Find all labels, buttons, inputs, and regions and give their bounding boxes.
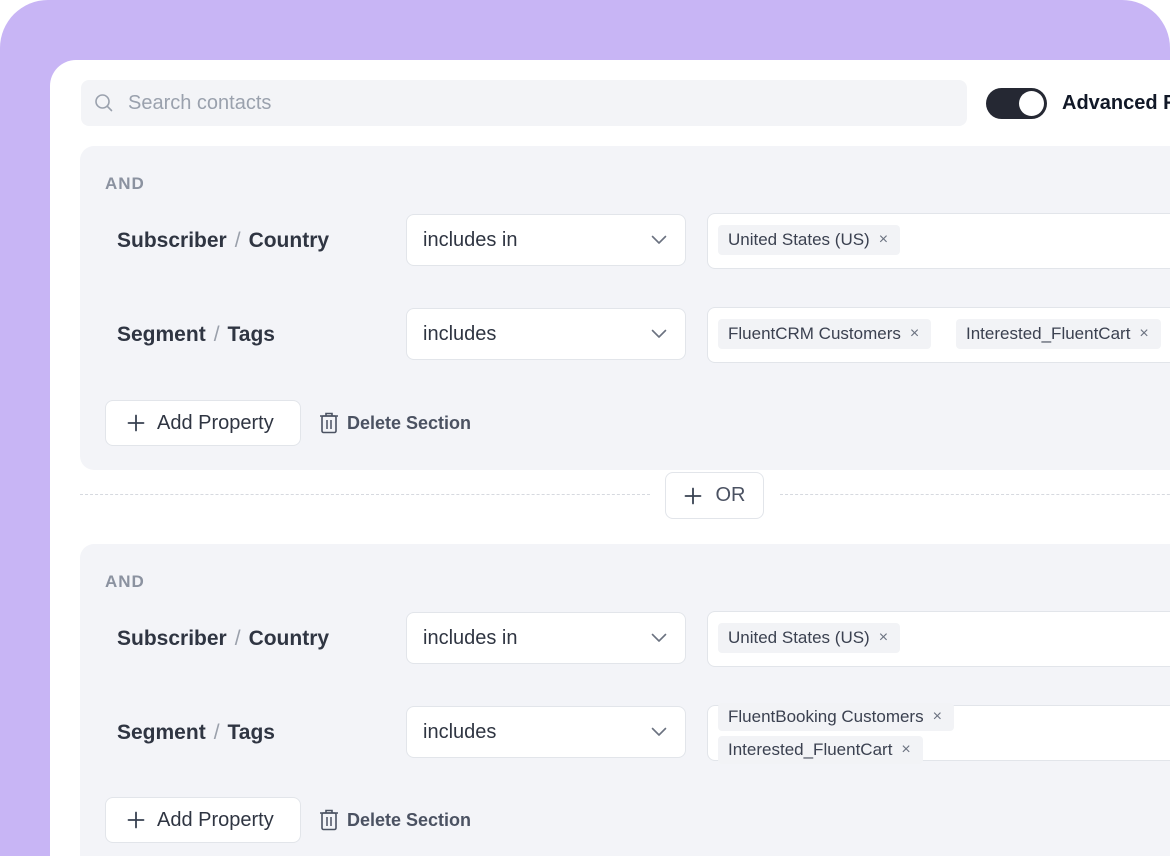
toggle-knob [1019,91,1044,116]
operator-value: includes in [423,626,518,649]
add-property-button[interactable]: Add Property [105,400,301,446]
filter-row: Subscriber / Country includes in United St… [80,213,1170,270]
value-chip: United States (US) × [718,623,901,653]
search-input[interactable] [126,90,930,116]
property-separator: / [234,627,241,650]
value-multiselect[interactable]: United States (US) × [707,213,1170,269]
add-property-button[interactable]: Add Property [105,797,301,843]
property-field: Country [248,229,330,252]
delete-section-button[interactable]: Delete Section [319,412,471,434]
chevron-down-icon [651,633,667,642]
app-frame: Advanced F AND Subscriber / Country includ… [0,0,1170,856]
chip-label: United States (US) [728,628,870,647]
add-or-section-button[interactable]: OR [665,472,764,519]
chip-remove-icon[interactable]: × [901,741,910,759]
delete-section-button[interactable]: Delete Section [319,809,471,831]
chip-remove-icon[interactable]: × [879,629,888,647]
property-label: Segment / Tags [117,721,275,745]
advanced-filter-toggle[interactable] [986,88,1047,119]
value-chip: FluentBooking Customers × [718,703,954,731]
value-multiselect[interactable]: FluentCRM Customers × Interested_FluentCa… [707,307,1170,363]
property-category: Segment [117,323,206,346]
property-field: Tags [227,721,275,744]
property-category: Segment [117,721,206,744]
operator-select[interactable]: includes [406,308,686,360]
chip-remove-icon[interactable]: × [910,325,919,343]
chip-remove-icon[interactable]: × [879,231,888,249]
trash-icon [320,809,338,831]
filter-section-1: AND Subscriber / Country includes in Unite… [80,146,1170,470]
or-divider-right [780,494,1170,495]
value-chip: FluentCRM Customers × [718,319,932,349]
plus-icon [684,487,701,504]
property-category: Subscriber [117,229,227,252]
chip-label: Interested_FluentCart [728,740,893,759]
value-chip: United States (US) × [718,225,901,255]
value-multiselect[interactable]: FluentBooking Customers × Interested_Flue… [707,703,1170,764]
property-separator: / [234,229,241,252]
property-separator: / [213,721,220,744]
filter-panel: Advanced F AND Subscriber / Country includ… [50,60,1170,856]
search-icon [95,94,113,112]
chevron-down-icon [651,727,667,736]
search-bar[interactable] [81,80,967,126]
operator-select[interactable]: includes in [406,612,686,664]
chip-label: FluentCRM Customers [728,324,901,343]
filter-section-2: AND Subscriber / Country includes in Unite… [80,544,1170,856]
filter-row: Segment / Tags includes FluentBooking Cust… [80,703,1170,764]
chip-remove-icon[interactable]: × [933,708,942,726]
chip-label: Interested_FluentCart [966,324,1131,343]
chevron-down-icon [651,235,667,244]
value-chip: Interested_FluentCart × [956,319,1161,349]
property-separator: / [213,323,220,346]
operator-value: includes [423,720,497,743]
filter-row: Segment / Tags includes FluentCRM Customer… [80,307,1170,364]
or-divider-left [80,494,650,495]
trash-icon [320,412,338,434]
delete-section-label: Delete Section [347,809,472,830]
chevron-down-icon [651,329,667,338]
property-label: Segment / Tags [117,323,275,347]
property-field: Tags [227,323,275,346]
operator-select[interactable]: includes [406,706,686,758]
or-label: OR [715,484,746,506]
operator-select[interactable]: includes in [406,214,686,266]
advanced-filter-label: Advanced F [1062,92,1170,114]
add-property-label: Add Property [157,808,274,831]
property-label: Subscriber / Country [117,229,329,253]
filter-row: Subscriber / Country includes in United St… [80,611,1170,668]
plus-icon [127,414,145,432]
chip-label: United States (US) [728,230,870,249]
add-property-label: Add Property [157,411,274,434]
chip-remove-icon[interactable]: × [1139,325,1148,343]
and-connector-label: AND [105,174,145,193]
property-category: Subscriber [117,627,227,650]
property-field: Country [248,627,330,650]
plus-icon [127,811,145,829]
operator-value: includes [423,322,497,345]
value-multiselect[interactable]: United States (US) × [707,611,1170,667]
chip-label: FluentBooking Customers [728,707,924,726]
operator-value: includes in [423,228,518,251]
and-connector-label: AND [105,572,145,591]
delete-section-label: Delete Section [347,412,472,433]
property-label: Subscriber / Country [117,627,329,651]
value-chip: Interested_FluentCart × [718,736,923,764]
